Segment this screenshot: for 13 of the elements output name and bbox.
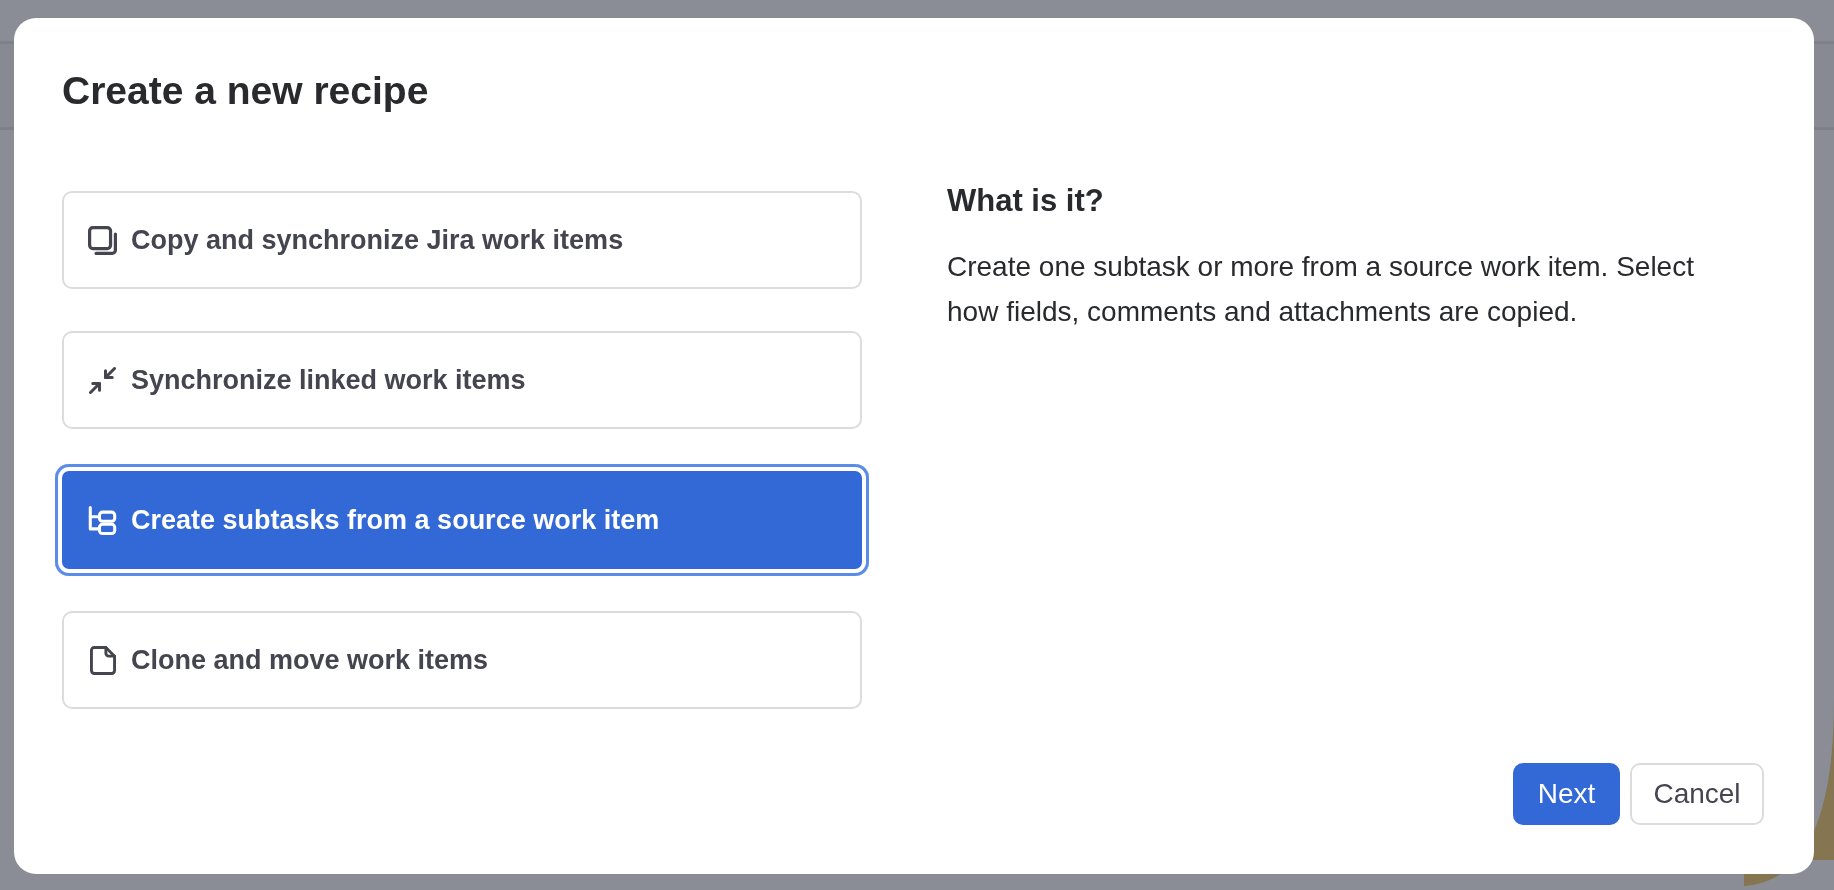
arrows-inward-icon <box>89 366 116 394</box>
recipe-option[interactable]: Create subtasks from a source work item <box>55 464 869 576</box>
recipe-option[interactable]: Copy and synchronize Jira work items <box>62 191 862 289</box>
file-icon <box>89 645 116 675</box>
recipe-option[interactable]: Clone and move work items <box>62 611 862 709</box>
recipe-option[interactable]: Synchronize linked work items <box>62 331 862 429</box>
details-heading: What is it? <box>947 182 1104 220</box>
copy-icon <box>88 225 117 255</box>
dialog-title: Create a new recipe <box>62 68 429 114</box>
cancel-button[interactable]: Cancel <box>1630 763 1764 825</box>
next-button[interactable]: Next <box>1513 763 1620 825</box>
hierarchy-icon <box>88 505 117 535</box>
details-description: Create one subtask or more from a source work item. Select how fields, comments and attachments are copied. <box>947 250 1695 329</box>
